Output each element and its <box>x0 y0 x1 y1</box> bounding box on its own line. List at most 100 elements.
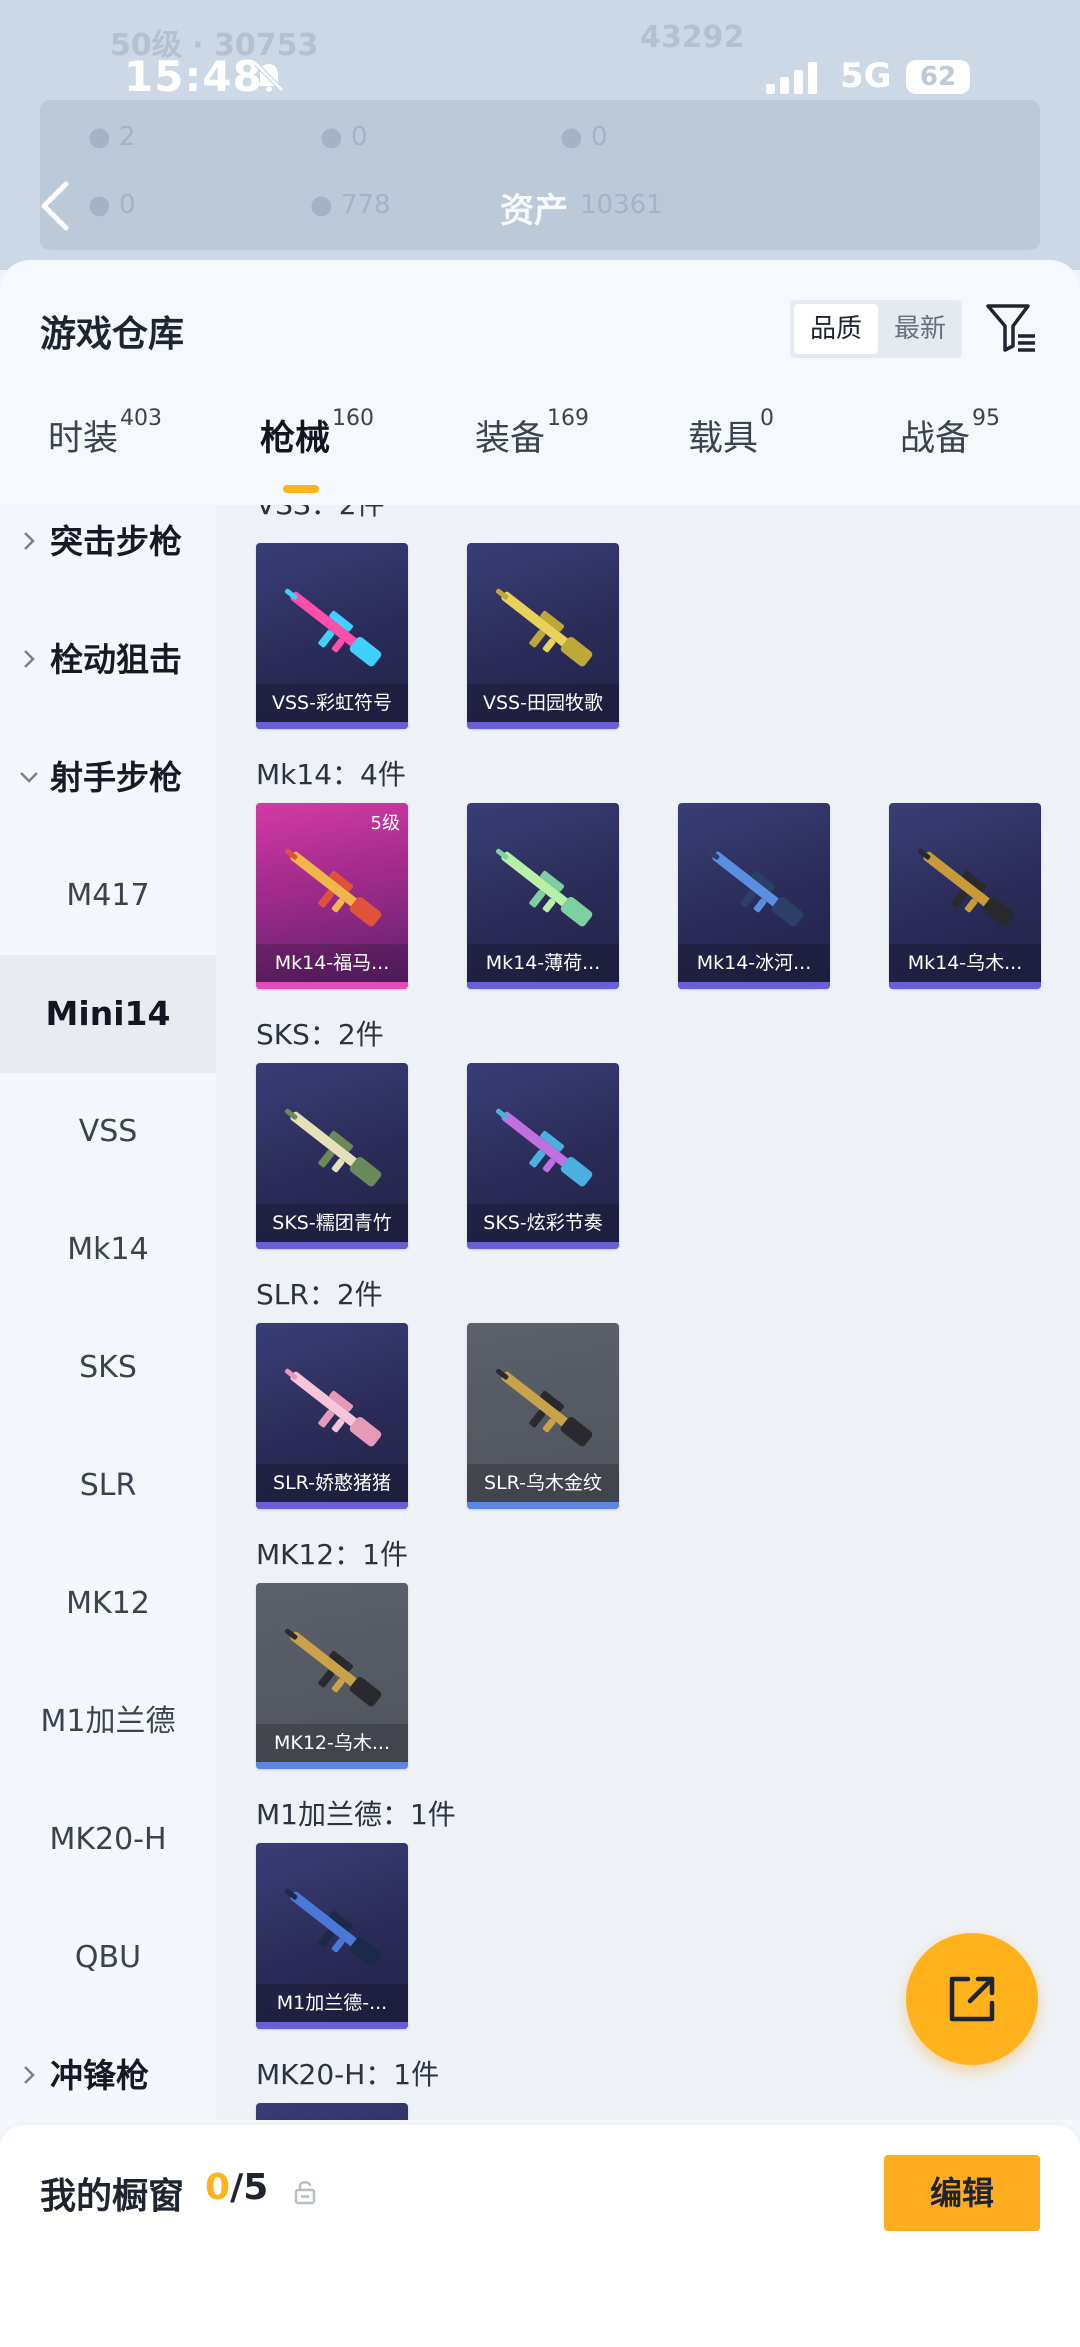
rifle-icon <box>917 848 1015 927</box>
skin-card[interactable]: Mk14-薄荷... <box>467 803 619 989</box>
section-title-mk20h: MK20-H：1件 <box>256 2058 440 2091</box>
assets-label: 资产 <box>500 191 568 231</box>
signal-icon <box>766 62 817 94</box>
back-arrow-icon[interactable] <box>40 180 70 232</box>
skin-card-partial[interactable] <box>256 2103 408 2120</box>
skin-name: SKS-炫彩节奏 <box>467 1204 619 1242</box>
category-item-slr[interactable]: SLR <box>0 1427 216 1545</box>
skin-name: Mk14-乌木... <box>889 944 1041 982</box>
rifle-icon <box>284 848 382 927</box>
tab-fashion[interactable]: 时装403 <box>48 406 162 500</box>
rarity-bar <box>256 982 408 989</box>
skin-name: Mk14-冰河... <box>678 944 830 982</box>
section-title-mk14: Mk14：4件 <box>256 758 406 791</box>
share-fab[interactable] <box>906 1933 1038 2065</box>
skin-card[interactable]: Mk14-冰河... <box>678 803 830 989</box>
tab-vehicles[interactable]: 载具0 <box>688 406 774 500</box>
rifle-icon <box>706 848 804 927</box>
skin-card[interactable]: SLR-乌木金纹 <box>467 1323 619 1509</box>
sort-toggle: 品质 最新 <box>790 300 962 358</box>
rifle-icon <box>284 1628 382 1707</box>
mute-bell-icon <box>254 62 284 92</box>
skin-card[interactable]: SKS-糯团青竹 <box>256 1063 408 1249</box>
skin-card[interactable]: M1加兰德-... <box>256 1843 408 2029</box>
rarity-bar <box>256 1502 408 1509</box>
rarity-bar <box>467 1242 619 1249</box>
sort-newest-option[interactable]: 最新 <box>878 304 962 354</box>
category-item-m1-garand[interactable]: M1加兰德 <box>0 1663 216 1781</box>
rarity-bar <box>467 1502 619 1509</box>
skin-name: Mk14-薄荷... <box>467 944 619 982</box>
rifle-icon <box>284 1888 382 1967</box>
section-title-slr: SLR：2件 <box>256 1278 383 1311</box>
skin-name: Mk14-福马... <box>256 944 408 982</box>
skin-card[interactable]: SKS-炫彩节奏 <box>467 1063 619 1249</box>
showcase-bar: 我的橱窗 0/5 编辑 <box>0 2125 1080 2347</box>
rarity-bar <box>467 722 619 729</box>
rarity-bar <box>467 982 619 989</box>
skin-card[interactable]: 5级 Mk14-福马... <box>256 803 408 989</box>
rarity-bar <box>256 2022 408 2029</box>
tab-equipment[interactable]: 装备169 <box>475 406 589 500</box>
status-bar: 15:48 5G 62 <box>0 52 1080 112</box>
skin-card[interactable]: MK12-乌木... <box>256 1583 408 1769</box>
category-item-mini14[interactable]: Mini14 <box>0 955 216 1073</box>
rifle-icon <box>495 1368 593 1447</box>
category-item-qbu[interactable]: QBU <box>0 1899 216 2017</box>
share-external-icon <box>949 1976 995 2022</box>
category-smg[interactable]: 冲锋枪 <box>0 2017 216 2120</box>
lock-icon <box>294 2181 316 2205</box>
rifle-icon <box>284 588 382 667</box>
showcase-title: 我的橱窗 <box>40 2176 185 2217</box>
skin-name: SLR-娇憨猪猪 <box>256 1464 408 1502</box>
rifle-icon <box>284 1108 382 1187</box>
category-bolt-sniper[interactable]: 栓动狙击 <box>0 601 216 719</box>
sort-quality-option[interactable]: 品质 <box>794 304 878 354</box>
active-tab-indicator <box>283 485 319 493</box>
edit-button[interactable]: 编辑 <box>884 2155 1040 2231</box>
network-type: 5G <box>840 56 892 96</box>
background-header: 50级 · 30753 43292 ● 2 ● 0 ● 0 ● 0 ● 778 … <box>0 0 1080 270</box>
battery-level: 62 <box>906 60 970 94</box>
skin-card[interactable]: VSS-彩虹符号 <box>256 543 408 729</box>
category-assault-rifle[interactable]: 突击步枪 <box>0 505 216 601</box>
skin-grid: VSS：2件 VSS-彩虹符号 VSS-田园牧歌 Mk14：4件 5级 Mk14-… <box>216 505 1080 2120</box>
weapon-category-list: 突击步枪 栓动狙击 射手步枪 M417 Mini14 VSS Mk14 SKS … <box>0 505 216 2120</box>
rarity-bar <box>256 1762 408 1769</box>
section-title-mk12: MK12：1件 <box>256 1538 408 1571</box>
category-marksman-rifle[interactable]: 射手步枪 <box>0 719 216 837</box>
filter-icon[interactable] <box>985 302 1037 354</box>
rifle-icon <box>495 1108 593 1187</box>
category-item-m417[interactable]: M417 <box>0 837 216 955</box>
section-title-sks: SKS：2件 <box>256 1018 384 1051</box>
category-item-mk20h[interactable]: MK20-H <box>0 1781 216 1899</box>
category-item-mk12[interactable]: MK12 <box>0 1545 216 1663</box>
status-time: 15:48 <box>124 52 263 101</box>
section-title-vss: VSS：2件 <box>256 505 385 523</box>
rarity-bar <box>889 982 1041 989</box>
skin-card[interactable]: Mk14-乌木... <box>889 803 1041 989</box>
background-blur-text: 43292 <box>640 20 745 55</box>
skin-card[interactable]: SLR-娇憨猪猪 <box>256 1323 408 1509</box>
rarity-bar <box>256 1242 408 1249</box>
skin-name: SLR-乌木金纹 <box>467 1464 619 1502</box>
rifle-icon <box>495 848 593 927</box>
page-title: 游戏仓库 <box>40 314 185 355</box>
showcase-count: 0/5 <box>205 2167 269 2208</box>
category-item-mk14[interactable]: Mk14 <box>0 1191 216 1309</box>
category-tabs: 时装403 枪械160 装备169 载具0 战备95 <box>0 406 1080 505</box>
skin-card[interactable]: VSS-田园牧歌 <box>467 543 619 729</box>
category-item-sks[interactable]: SKS <box>0 1309 216 1427</box>
category-item-vss[interactable]: VSS <box>0 1073 216 1191</box>
rarity-bar <box>256 722 408 729</box>
rifle-icon <box>495 588 593 667</box>
rifle-icon <box>284 1368 382 1447</box>
rarity-bar <box>678 982 830 989</box>
skin-name: SKS-糯团青竹 <box>256 1204 408 1242</box>
section-title-m1-garand: M1加兰德：1件 <box>256 1798 456 1831</box>
skin-name: MK12-乌木... <box>256 1724 408 1762</box>
tab-supplies[interactable]: 战备95 <box>900 406 1000 500</box>
skin-level-badge: 5级 <box>370 813 400 834</box>
skin-name: M1加兰德-... <box>256 1984 408 2022</box>
skin-name: VSS-彩虹符号 <box>256 684 408 722</box>
